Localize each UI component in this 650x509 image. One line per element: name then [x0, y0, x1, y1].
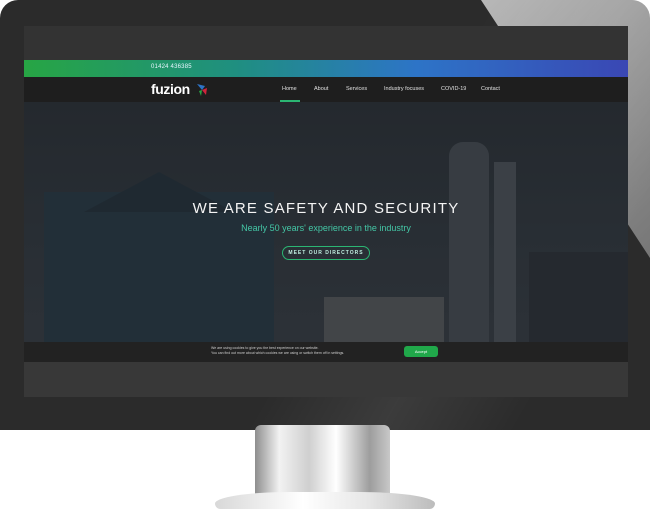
nav-about[interactable]: About	[314, 86, 328, 92]
logo-mark-icon	[197, 84, 207, 96]
nav-contact[interactable]: Contact	[481, 86, 500, 92]
nav-home[interactable]: Home	[282, 86, 297, 92]
cookie-text-line-1: We are using cookies to give you the bes…	[211, 346, 319, 350]
nav-services[interactable]: Services	[346, 86, 367, 92]
site-logo[interactable]: fuzion	[151, 81, 190, 97]
phone-number[interactable]: 01424 436385	[151, 64, 192, 70]
top-contact-bar: 01424 436385	[24, 60, 628, 77]
hero-subtitle: Nearly 50 years' experience in the indus…	[241, 223, 411, 233]
monitor-stand	[255, 425, 390, 500]
hero-title: WE ARE SAFETY AND SECURITY	[192, 200, 460, 217]
hero-section: WE ARE SAFETY AND SECURITY Nearly 50 yea…	[24, 102, 628, 342]
cookie-banner: We are using cookies to give you the bes…	[24, 342, 628, 362]
nav-covid-19[interactable]: COVID-19	[441, 86, 466, 92]
page-below-fold	[24, 362, 628, 397]
monitor-stand-base	[215, 492, 435, 509]
nav-industry-focuses[interactable]: Industry focuses	[384, 86, 424, 92]
website-screen: 01424 436385 fuzion Home About Services …	[24, 26, 628, 397]
meet-directors-button[interactable]: MEET OUR DIRECTORS	[282, 246, 370, 260]
hero-dark-overlay	[24, 102, 628, 342]
cookie-accept-button[interactable]: Accept	[404, 346, 438, 357]
cookie-text-line-2: You can find out more about which cookie…	[211, 351, 345, 355]
main-navigation: fuzion Home About Services Industry focu…	[24, 77, 628, 102]
